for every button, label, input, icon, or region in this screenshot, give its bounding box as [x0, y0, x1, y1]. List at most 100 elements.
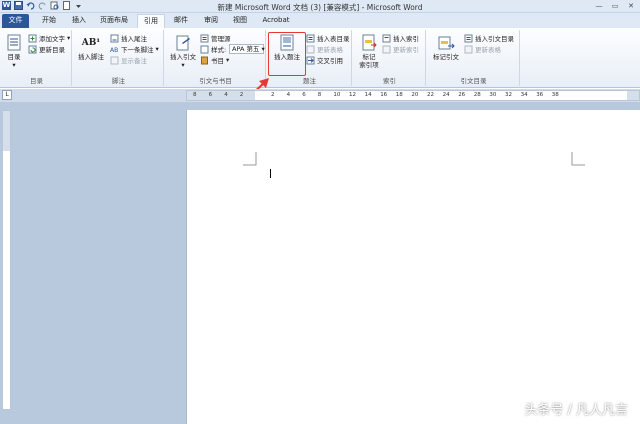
insert-endnote-label: 插入尾注	[121, 35, 147, 43]
cross-reference-button[interactable]: 交叉引用	[306, 55, 343, 65]
ruler-tick-label: 20	[411, 92, 419, 98]
manage-sources-icon	[200, 34, 209, 42]
next-footnote-button[interactable]: AB 下一条脚注 ▾	[110, 44, 159, 54]
tab-file[interactable]: 文件	[2, 14, 29, 28]
update-table-icon	[306, 45, 315, 53]
toc-group-label: 目录	[30, 77, 43, 85]
maximize-button[interactable]: ▭	[608, 1, 622, 11]
chevron-down-icon: ▾	[181, 61, 185, 69]
ruler-tick-label: 10	[333, 92, 341, 98]
insert-index-button[interactable]: 插入索引	[382, 33, 419, 43]
insert-toa-label: 插入引文目录	[475, 35, 514, 43]
insert-table-of-figures-button[interactable]: 插入表目录	[306, 33, 350, 43]
chevron-down-icon: ▾	[261, 45, 265, 53]
ribbon: 目录 ▾ 添加文字 ▾ 更新目录 目录 AB¹ 插入脚注 插入尾注 AB 下一条脚…	[0, 28, 640, 88]
mark-entry-button[interactable]: 标记 索引项	[357, 34, 381, 69]
insert-index-icon	[382, 34, 391, 42]
tab-selector-icon[interactable]: L	[2, 90, 12, 100]
insert-endnote-button[interactable]: 插入尾注	[110, 33, 147, 43]
insert-index-label: 插入索引	[393, 35, 419, 43]
bibliography-icon	[201, 56, 208, 64]
update-index-label: 更新索引	[393, 46, 419, 54]
ruler-tick-label: 8	[193, 92, 197, 98]
toc-button[interactable]: 目录 ▾	[5, 34, 23, 69]
tab-home[interactable]: 开始	[38, 14, 60, 28]
insert-citation-label: 插入引文	[170, 53, 196, 61]
horizontal-ruler[interactable]: 8 6 4 2 2 4 6 8 10 12 14 16 18 20 22 24 26 28 30 32 34 36 38	[186, 90, 640, 101]
update-toc-button[interactable]: 更新目录	[28, 44, 65, 54]
bibliography-style-select[interactable]: APA 第五 ▾	[229, 44, 265, 54]
insert-footnote-label: 插入脚注	[78, 53, 104, 61]
vertical-ruler[interactable]	[2, 110, 11, 410]
mark-citation-icon	[438, 36, 455, 50]
manage-sources-label: 管理源	[211, 35, 231, 43]
update-index-icon	[382, 45, 391, 53]
tab-review[interactable]: 审阅	[200, 14, 222, 28]
toa-group-label: 引文目录	[460, 77, 487, 85]
ruler-tick-label: 12	[349, 92, 356, 98]
ruler-tick-label: 6	[208, 92, 213, 98]
add-text-label: 添加文字	[39, 35, 65, 43]
next-footnote-icon: AB	[110, 47, 118, 54]
show-notes-icon	[110, 56, 119, 64]
update-index-button[interactable]: 更新索引	[382, 44, 419, 54]
insert-toa-icon	[464, 34, 473, 42]
ruler-tick-label: 28	[473, 92, 481, 98]
minimize-button[interactable]: —	[592, 1, 606, 11]
update-table-button[interactable]: 更新表格	[306, 44, 343, 54]
ruler-tick-label: 4	[224, 92, 228, 98]
insert-footnote-button[interactable]: AB¹ 插入脚注	[78, 34, 104, 61]
update-toa-button[interactable]: 更新表格	[464, 44, 501, 54]
ruler-tick-label: 26	[458, 92, 466, 98]
add-text-button[interactable]: 添加文字 ▾	[28, 33, 70, 43]
ruler-tick-label: 22	[427, 92, 434, 98]
manage-sources-button[interactable]: 管理源	[200, 33, 231, 43]
ribbon-tabs: 文件 开始 插入 页面布局 引用 邮件 审阅 视图 Acrobat	[0, 13, 640, 28]
bibliography-button[interactable]: 书目 ▾	[200, 55, 229, 65]
tab-references[interactable]: 引用	[137, 14, 165, 28]
ruler-tick-label: 2	[239, 92, 244, 98]
index-group: 标记 索引项 插入索引 更新索引 索引	[354, 30, 426, 86]
close-button[interactable]: ✕	[624, 1, 638, 11]
insert-toa-button[interactable]: 插入引文目录	[464, 33, 514, 43]
next-footnote-label: 下一条脚注	[121, 46, 154, 54]
toc-button-label: 目录	[7, 53, 21, 61]
toc-group: 目录 ▾ 添加文字 ▾ 更新目录 目录	[2, 30, 72, 86]
tab-page-layout[interactable]: 页面布局	[97, 14, 131, 28]
cross-reference-icon	[306, 56, 315, 64]
mark-entry-label: 标记 索引项	[359, 53, 379, 69]
update-toa-icon	[464, 45, 473, 53]
insert-citation-button[interactable]: 插入引文 ▾	[169, 34, 197, 69]
update-toc-label: 更新目录	[39, 46, 65, 54]
style-icon	[200, 45, 209, 53]
mark-citation-button[interactable]: 标记引文	[431, 34, 461, 61]
title-bar: W 新建 Microsoft Word 文档 (3) [兼容模式] - Micr…	[0, 0, 640, 13]
tab-acrobat[interactable]: Acrobat	[259, 14, 293, 28]
table-of-contents-icon	[7, 34, 21, 51]
ruler-tick-label: 18	[395, 92, 403, 98]
tab-mailings[interactable]: 邮件	[170, 14, 192, 28]
tab-view[interactable]: 视图	[229, 14, 251, 28]
ruler-tick-label: 24	[442, 92, 450, 98]
mark-entry-icon	[362, 34, 377, 51]
window-title: 新建 Microsoft Word 文档 (3) [兼容模式] - Micros…	[217, 3, 423, 12]
ruler-tick-label: 14	[364, 92, 372, 98]
tab-insert[interactable]: 插入	[68, 14, 90, 28]
footnote-icon: AB¹	[81, 38, 101, 48]
vertical-ruler-ticks	[3, 111, 10, 151]
ruler-tick-label: 32	[505, 92, 512, 98]
style-label-wrap: 样式:	[200, 44, 226, 54]
margin-corner-mark	[571, 152, 585, 166]
toa-group: 标记引文 插入引文目录 更新表格 引文目录	[428, 30, 520, 86]
ruler-tick-label: 8	[317, 92, 322, 98]
document-page[interactable]	[186, 110, 640, 424]
show-notes-button[interactable]: 显示备注	[110, 55, 147, 65]
window-controls: — ▭ ✕	[592, 1, 638, 11]
bibliography-label: 书目	[211, 57, 224, 65]
table-of-figures-icon	[306, 34, 315, 42]
footnotes-group: AB¹ 插入脚注 插入尾注 AB 下一条脚注 ▾ 显示备注 脚注	[74, 30, 164, 86]
show-notes-label: 显示备注	[121, 57, 147, 65]
ruler-tick-label: 38	[551, 92, 559, 98]
ruler-tick-label: 2	[271, 92, 275, 98]
mark-citation-label: 标记引文	[433, 53, 459, 61]
